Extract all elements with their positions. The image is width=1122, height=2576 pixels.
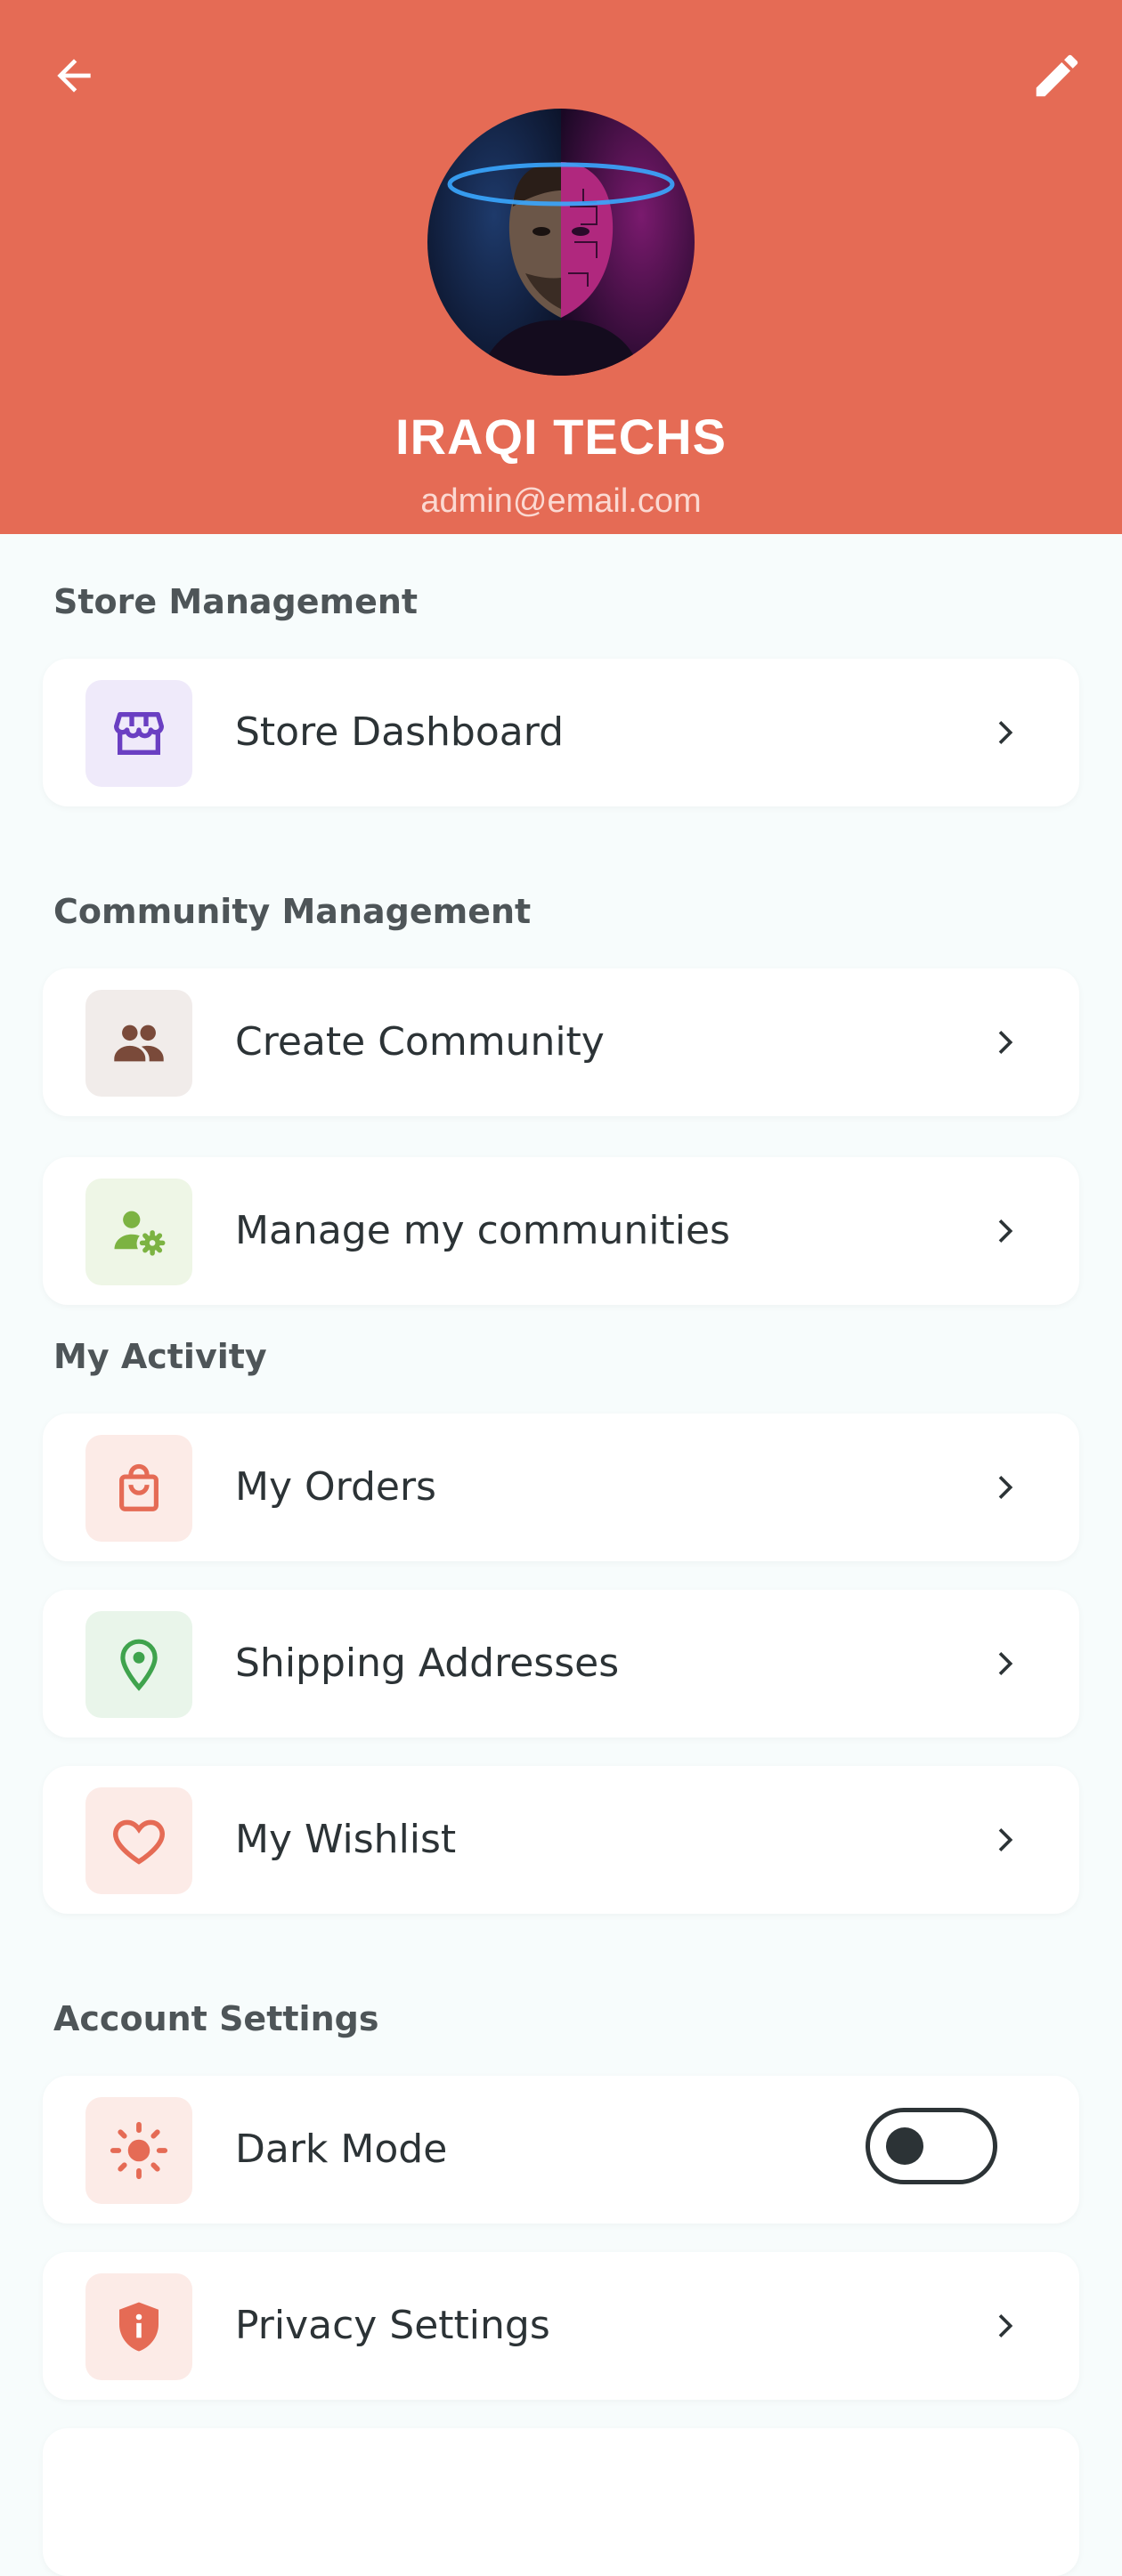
- menu-item-label: My Orders: [235, 1464, 436, 1510]
- menu-item-label: Dark Mode: [235, 2126, 448, 2172]
- shield-icon: [119, 2302, 159, 2352]
- menu-item-label: Store Dashboard: [235, 709, 564, 755]
- menu-item-label: Shipping Addresses: [235, 1640, 620, 1686]
- section-title-community-management: Community Management: [53, 892, 532, 931]
- back-button[interactable]: [36, 37, 112, 114]
- menu-item-privacy-settings[interactable]: Privacy Settings: [43, 2252, 1079, 2400]
- group-icon: [114, 1025, 164, 1062]
- store-icon-box: [85, 680, 192, 787]
- menu-item-create-community[interactable]: Create Community: [43, 968, 1079, 1116]
- shopping-bag-icon-box: [85, 1435, 192, 1542]
- chevron-right-icon: [978, 706, 1031, 759]
- profile-name: IRAQI TECHS: [395, 409, 727, 465]
- sun-icon: [110, 2121, 168, 2180]
- chevron-right-icon: [978, 1461, 1031, 1514]
- menu-item-manage-communities[interactable]: Manage my communities: [43, 1157, 1079, 1305]
- menu-item-my-wishlist[interactable]: My Wishlist: [43, 1766, 1079, 1914]
- store-icon: [113, 712, 164, 755]
- edit-profile-button[interactable]: [1019, 37, 1095, 114]
- user-settings-icon: [114, 1211, 166, 1256]
- menu-item-label: My Wishlist: [235, 1817, 457, 1862]
- shopping-bag-icon: [119, 1463, 159, 1511]
- section-title-account-settings: Account Settings: [53, 1999, 379, 2038]
- arrow-left-icon: [57, 59, 91, 93]
- menu-item-label: Manage my communities: [235, 1208, 730, 1253]
- profile-email: admin@email.com: [420, 482, 702, 520]
- menu-item-dark-mode: Dark Mode: [43, 2076, 1079, 2224]
- menu-item-shipping-addresses[interactable]: Shipping Addresses: [43, 1590, 1079, 1738]
- sun-icon-box: [85, 2097, 192, 2204]
- menu-item-partial[interactable]: [43, 2428, 1079, 2576]
- dark-mode-toggle[interactable]: [866, 2108, 997, 2184]
- user-settings-icon-box: [85, 1179, 192, 1285]
- heart-icon: [113, 1819, 165, 1865]
- section-title-my-activity: My Activity: [53, 1337, 267, 1376]
- chevron-right-icon: [978, 2299, 1031, 2353]
- pencil-icon: [1036, 54, 1078, 97]
- menu-item-store-dashboard[interactable]: Store Dashboard: [43, 659, 1079, 806]
- toggle-knob: [886, 2127, 923, 2165]
- shield-icon-box: [85, 2273, 192, 2380]
- group-icon-box: [85, 990, 192, 1097]
- chevron-right-icon: [978, 1204, 1031, 1258]
- location-pin-icon: [120, 1639, 158, 1691]
- chevron-right-icon: [978, 1637, 1031, 1690]
- heart-icon-box: [85, 1787, 192, 1894]
- chevron-right-icon: [978, 1813, 1031, 1867]
- menu-item-label: Create Community: [235, 1019, 605, 1065]
- menu-item-label: Privacy Settings: [235, 2303, 550, 2348]
- chevron-right-icon: [978, 1016, 1031, 1069]
- profile-header: IRAQI TECHS admin@email.com: [0, 0, 1122, 534]
- menu-item-my-orders[interactable]: My Orders: [43, 1414, 1079, 1561]
- avatar[interactable]: [427, 109, 695, 376]
- section-title-store-management: Store Management: [53, 582, 419, 621]
- location-pin-icon-box: [85, 1611, 192, 1718]
